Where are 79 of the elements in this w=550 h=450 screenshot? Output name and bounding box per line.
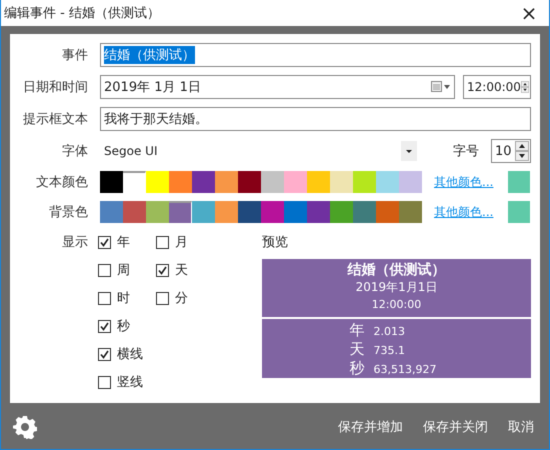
font-dropdown[interactable]: Segoe UI	[100, 141, 445, 161]
footer-button[interactable]: 保存并关闭	[417, 414, 494, 440]
date-picker[interactable]: 2019年 1月 1日	[100, 75, 455, 99]
field-label: 提示框文本	[22, 111, 88, 128]
checkbox[interactable]	[156, 292, 169, 304]
window-title: 编辑事件 - 结婚（供测试）	[4, 5, 160, 22]
field-label: 文本颜色	[35, 174, 88, 191]
checkbox-label[interactable]: 年	[117, 233, 130, 251]
color-swatch[interactable]	[215, 171, 238, 193]
color-swatch[interactable]	[399, 201, 422, 223]
color-swatch[interactable]	[123, 201, 146, 223]
color-swatch[interactable]	[192, 201, 215, 223]
checkbox-label[interactable]: 分	[175, 289, 188, 307]
checkbox[interactable]	[98, 292, 111, 304]
footer-button[interactable]: 保存并增加	[332, 414, 409, 440]
checkbox-label[interactable]: 月	[175, 233, 188, 251]
unit-label: 年	[350, 321, 366, 340]
field-label: 字体	[61, 143, 88, 160]
color-swatch[interactable]	[100, 201, 123, 223]
color-swatch[interactable]	[238, 171, 261, 193]
color-swatch[interactable]	[353, 201, 376, 223]
color-swatch[interactable]	[330, 201, 353, 223]
unit-label: 秒	[350, 359, 366, 378]
color-swatch[interactable]	[307, 201, 330, 223]
checkbox-label[interactable]: 竖线	[117, 373, 143, 391]
checkbox[interactable]	[98, 376, 111, 388]
calendar-icon[interactable]	[431, 81, 451, 93]
color-swatch[interactable]	[169, 171, 192, 193]
color-swatch[interactable]	[169, 201, 192, 223]
color-swatch[interactable]	[307, 171, 330, 193]
checkbox-label[interactable]: 横线	[117, 345, 143, 363]
color-swatch[interactable]	[376, 201, 399, 223]
color-swatch[interactable]	[330, 171, 353, 193]
custom-color-swatch[interactable]	[508, 171, 530, 193]
checkbox-label[interactable]: 时	[117, 289, 130, 307]
spin-arrows-icon[interactable]	[515, 141, 529, 161]
field-label: 事件	[61, 47, 88, 64]
color-swatch[interactable]	[261, 201, 284, 223]
elapsed-value: 735.1	[374, 344, 406, 357]
time-spinner[interactable]: 12:00:00	[463, 75, 531, 99]
preview-date: 2019年1月1日	[356, 279, 438, 296]
checkbox[interactable]	[98, 236, 111, 248]
checkbox[interactable]	[98, 348, 111, 360]
color-swatch[interactable]	[215, 201, 238, 223]
settings-icon[interactable]	[13, 414, 37, 438]
checkbox[interactable]	[98, 264, 111, 276]
tooltip-text-field[interactable]: 我将于那天结婚。	[100, 107, 531, 131]
preview-time: 12:00:00	[372, 298, 422, 311]
unit-label: 天	[350, 340, 366, 359]
color-swatch[interactable]	[146, 171, 169, 193]
event-field[interactable]: 结婚（供测试）	[100, 43, 531, 67]
close-button[interactable]: ×	[509, 0, 549, 26]
preview-title: 结婚（供测试）	[348, 261, 446, 279]
checkbox-label[interactable]: 秒	[117, 317, 130, 335]
custom-color-swatch[interactable]	[508, 201, 530, 223]
color-swatch[interactable]	[100, 171, 123, 193]
color-swatch[interactable]	[146, 201, 169, 223]
color-swatch[interactable]	[261, 171, 284, 193]
checkbox-label[interactable]: 周	[117, 261, 130, 279]
elapsed-value: 2.013	[374, 325, 406, 338]
color-swatch[interactable]	[284, 171, 307, 193]
checkbox-label[interactable]: 天	[175, 261, 188, 279]
color-swatch[interactable]	[192, 171, 215, 193]
font-size-spinner[interactable]: 10	[491, 139, 531, 163]
color-swatch[interactable]	[284, 201, 307, 223]
elapsed-value: 63,513,927	[374, 363, 438, 376]
color-swatch[interactable]	[238, 201, 261, 223]
field-label: 背景色	[48, 204, 88, 221]
checkbox[interactable]	[98, 320, 111, 332]
field-label: 显示	[61, 234, 88, 251]
checkbox[interactable]	[156, 264, 169, 276]
footer-button[interactable]: 取消	[502, 414, 540, 440]
color-swatch[interactable]	[353, 171, 376, 193]
color-swatch[interactable]	[376, 171, 399, 193]
color-swatch[interactable]	[399, 171, 422, 193]
checkbox[interactable]	[156, 236, 169, 248]
field-label: 日期和时间	[22, 79, 88, 96]
preview-label: 预览	[262, 234, 289, 251]
field-label: 字号	[453, 143, 480, 160]
